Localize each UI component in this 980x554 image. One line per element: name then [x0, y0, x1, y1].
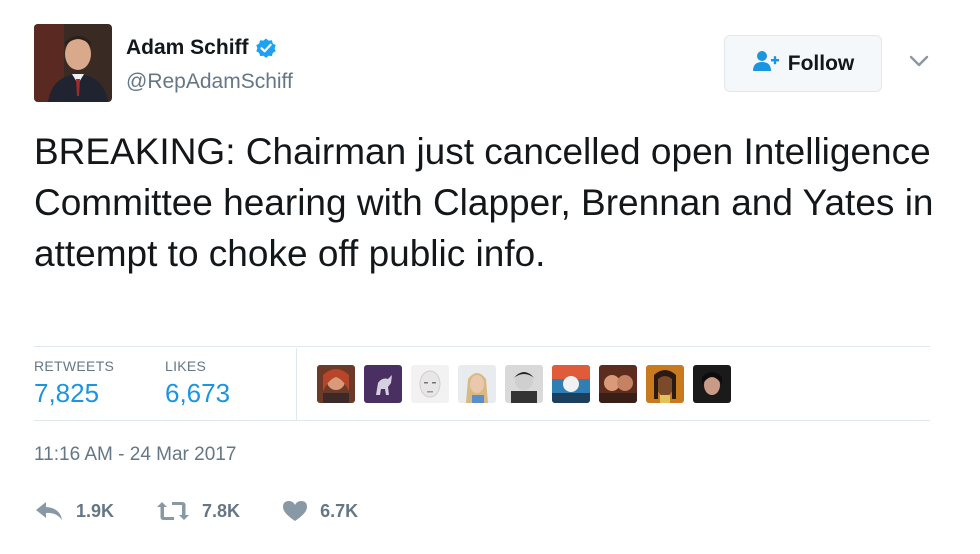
- tweet-actions: 1.9K 7.8K 6.7K: [34, 496, 400, 526]
- follow-button[interactable]: Follow: [724, 35, 882, 92]
- divider: [34, 346, 930, 347]
- tweet-timestamp[interactable]: 11:16 AM - 24 Mar 2017: [34, 444, 236, 466]
- retweets-count: 7,825: [34, 378, 100, 408]
- liker-avatar[interactable]: [552, 365, 590, 403]
- name-row: Adam Schiff: [126, 36, 278, 60]
- liker-avatar[interactable]: [505, 365, 543, 403]
- add-user-icon: [752, 50, 780, 77]
- like-count: 6.7K: [320, 500, 359, 521]
- likes-label: LIKES: [165, 358, 207, 374]
- verified-badge-icon: [254, 36, 278, 60]
- retweet-button[interactable]: 7.8K: [156, 500, 240, 522]
- retweet-count: 7.8K: [202, 500, 241, 521]
- stats-separator: [296, 348, 297, 420]
- liker-avatar[interactable]: [317, 365, 355, 403]
- likes-count: 6,673: [165, 378, 231, 408]
- follow-label: Follow: [787, 51, 855, 75]
- tweet-text: BREAKING: Chairman just cancelled open I…: [34, 131, 934, 274]
- tweet-header: Adam Schiff @RepAdamSchiff Follow: [34, 24, 944, 104]
- reply-count: 1.9K: [76, 500, 115, 521]
- chevron-down-icon[interactable]: [906, 48, 932, 74]
- profile-avatar[interactable]: [34, 24, 112, 102]
- display-name[interactable]: Adam Schiff: [126, 36, 249, 60]
- user-handle[interactable]: @RepAdamSchiff: [126, 70, 293, 94]
- tweet-stats: RETWEETS 7,825 LIKES 6,673: [34, 348, 930, 420]
- divider: [34, 420, 930, 421]
- retweets-stat[interactable]: RETWEETS 7,825: [34, 358, 114, 409]
- reply-icon: [34, 500, 64, 522]
- liker-avatar[interactable]: [364, 365, 402, 403]
- liker-avatar[interactable]: [411, 365, 449, 403]
- liker-avatar[interactable]: [458, 365, 496, 403]
- liker-avatar[interactable]: [693, 365, 731, 403]
- liker-avatars: [317, 365, 740, 403]
- retweet-icon: [156, 500, 190, 522]
- liker-avatar[interactable]: [599, 365, 637, 403]
- likes-stat[interactable]: LIKES 6,673: [165, 358, 230, 409]
- reply-button[interactable]: 1.9K: [34, 500, 114, 522]
- retweets-label: RETWEETS: [34, 358, 115, 374]
- heart-icon: [282, 500, 308, 522]
- like-button[interactable]: 6.7K: [282, 500, 358, 522]
- liker-avatar[interactable]: [646, 365, 684, 403]
